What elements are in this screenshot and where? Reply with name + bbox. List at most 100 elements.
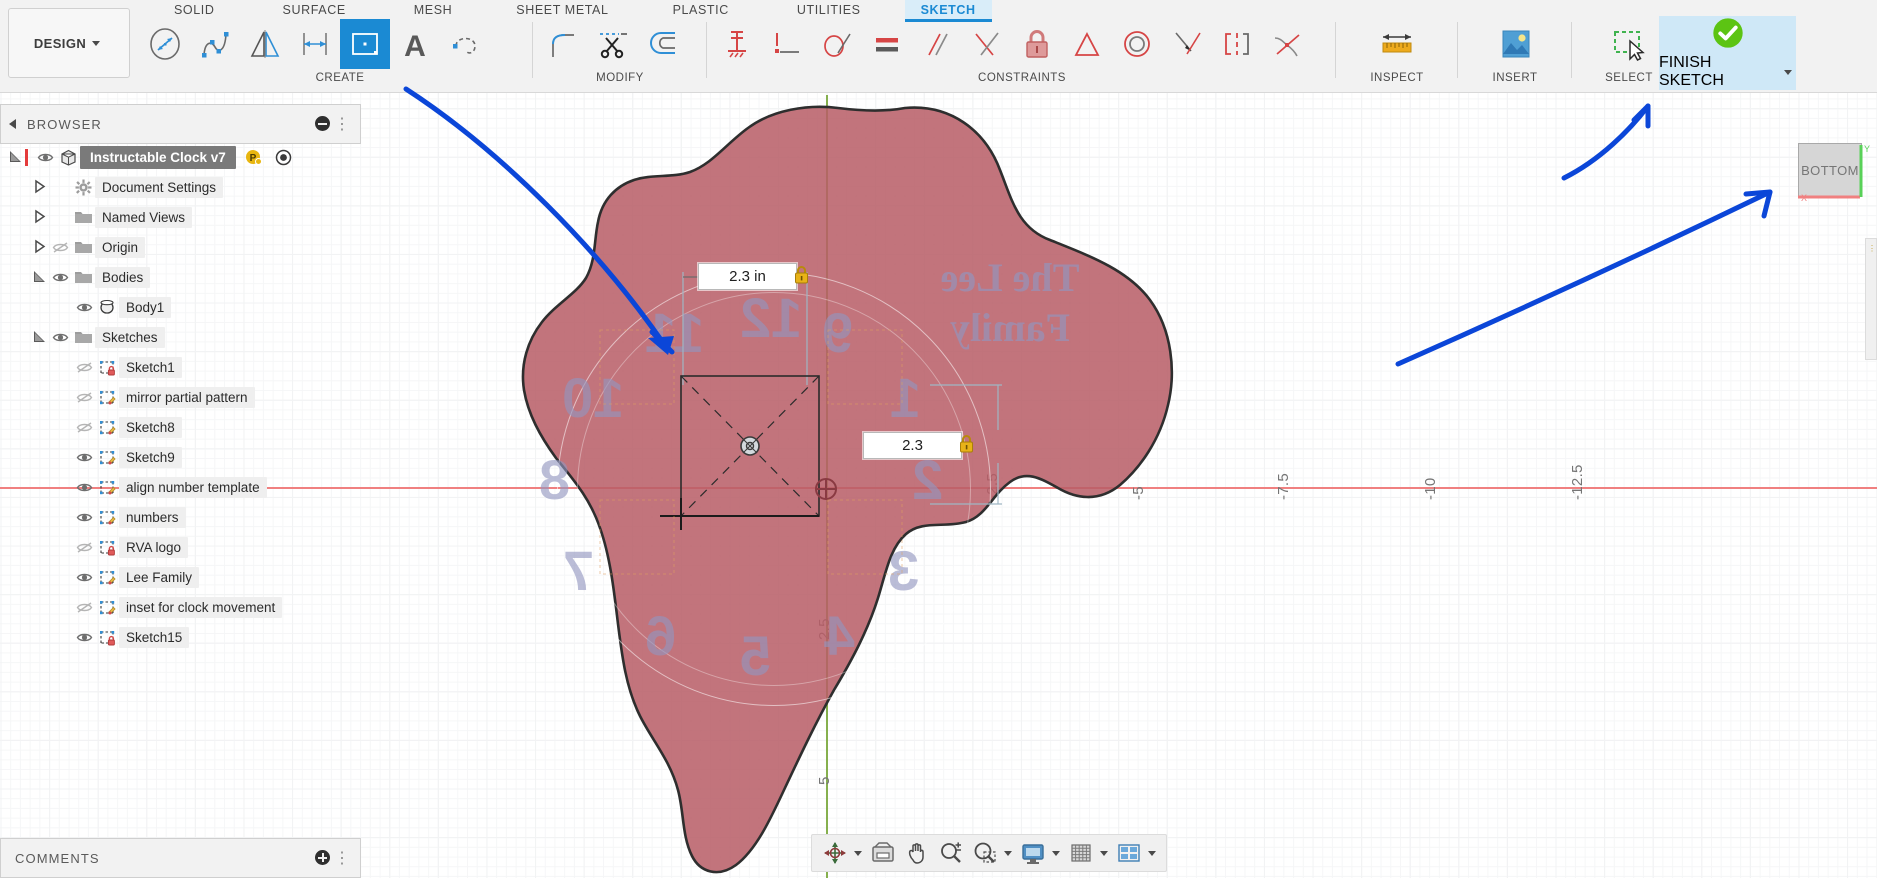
- browser-item-rva-logo[interactable]: RVA logo: [0, 532, 359, 562]
- spline-tool-icon[interactable]: [190, 19, 240, 69]
- browser-item-mirror-partial-pattern[interactable]: mirror partial pattern: [0, 382, 359, 412]
- eye-visible-icon[interactable]: [73, 569, 95, 586]
- look-at-icon[interactable]: [866, 838, 900, 868]
- right-edge-scroll-thumb[interactable]: ⋮⋮⋮: [1865, 238, 1877, 360]
- browser-item-sketch9[interactable]: Sketch9: [0, 442, 359, 472]
- browser-item-inset-for-clock-movement[interactable]: inset for clock movement: [0, 592, 359, 622]
- trim-scissors-icon[interactable]: [588, 19, 638, 69]
- twisty-open-icon[interactable]: [32, 329, 49, 346]
- minus-circle-icon[interactable]: [315, 116, 330, 131]
- eye-visible-icon[interactable]: [49, 329, 71, 346]
- browser-item-instructable-clock-v7[interactable]: Instructable Clock v7 P: [0, 142, 359, 172]
- workspace-switcher-button[interactable]: DESIGN: [8, 8, 130, 78]
- width-dimension-box[interactable]: 2.3 in: [698, 263, 797, 290]
- orbit-icon[interactable]: [818, 838, 852, 868]
- ribbon-group-label-inspect[interactable]: INSPECT: [1341, 72, 1453, 84]
- finish-sketch-label: FINISH SKETCH: [1659, 54, 1724, 89]
- circle-tool-icon[interactable]: [140, 19, 190, 69]
- eye-visible-icon[interactable]: [73, 509, 95, 526]
- browser-item-origin[interactable]: Origin: [0, 232, 359, 262]
- curvature-constraint-icon[interactable]: [1262, 19, 1312, 69]
- browser-item-document-settings[interactable]: Document Settings: [0, 172, 359, 202]
- zoom-window-icon[interactable]: [968, 838, 1002, 868]
- zoom-window-chevron-down-icon[interactable]: [1004, 850, 1012, 856]
- eye-hidden-icon[interactable]: [73, 539, 95, 556]
- browser-item-sketch1[interactable]: Sketch1: [0, 352, 359, 382]
- collapse-left-arrow-icon[interactable]: [9, 119, 16, 129]
- grid-snaps-icon[interactable]: [1064, 838, 1098, 868]
- sketch-dimension-icon[interactable]: [290, 19, 340, 69]
- ribbon-group-label-create[interactable]: CREATE: [140, 72, 540, 84]
- eye-visible-icon[interactable]: [73, 299, 95, 316]
- orbit-chevron-down-icon[interactable]: [854, 850, 862, 856]
- eye-visible-icon[interactable]: [49, 269, 71, 286]
- browser-item-numbers[interactable]: numbers: [0, 502, 359, 532]
- ribbon-group-label-insert[interactable]: INSERT: [1463, 72, 1567, 84]
- grid-snaps-chevron-down-icon[interactable]: [1100, 850, 1108, 856]
- eye-hidden-icon[interactable]: [73, 419, 95, 436]
- chevron-down-icon[interactable]: [92, 40, 101, 46]
- measure-ruler-icon[interactable]: [1372, 19, 1422, 69]
- concentric-constraint-icon[interactable]: [1112, 19, 1162, 69]
- ribbon-group-label-modify[interactable]: MODIFY: [538, 72, 702, 84]
- panel-grip-icon[interactable]: ⋮: [334, 114, 350, 134]
- mirror-tool-icon[interactable]: [240, 19, 290, 69]
- tangent-constraint-icon[interactable]: [812, 19, 862, 69]
- eye-hidden-icon[interactable]: [49, 239, 71, 256]
- fix-unfix-lock-icon[interactable]: [1012, 19, 1062, 69]
- equal-constraint-icon[interactable]: [862, 19, 912, 69]
- eye-visible-icon[interactable]: [73, 449, 95, 466]
- browser-item-sketches[interactable]: Sketches: [0, 322, 359, 352]
- twisty-closed-icon[interactable]: [32, 239, 49, 256]
- browser-tree[interactable]: Instructable Clock v7 P Document Settings N…: [0, 142, 359, 652]
- rectangle-tool-icon[interactable]: [340, 19, 390, 69]
- finish-sketch-button[interactable]: FINISH SKETCH: [1659, 16, 1796, 90]
- browser-item-lee-family[interactable]: Lee Family: [0, 562, 359, 592]
- sketch-icon: [95, 389, 119, 406]
- eye-visible-icon[interactable]: [34, 149, 56, 166]
- chevron-down-icon[interactable]: [1784, 69, 1792, 75]
- browser-item-sketch8[interactable]: Sketch8: [0, 412, 359, 442]
- view-cube-face[interactable]: BOTTOM: [1798, 143, 1862, 197]
- insert-image-icon[interactable]: [1490, 19, 1540, 69]
- eye-visible-icon[interactable]: [73, 629, 95, 646]
- browser-item-sketch15[interactable]: Sketch15: [0, 622, 359, 652]
- symmetry-constraint-icon[interactable]: [1212, 19, 1262, 69]
- panel-grip-icon[interactable]: ⋮: [334, 848, 350, 868]
- eye-hidden-icon[interactable]: [73, 599, 95, 616]
- twisty-open-icon[interactable]: [8, 149, 25, 166]
- parametric-p-badge[interactable]: P: [242, 149, 266, 166]
- browser-item-align-number-template[interactable]: align number template: [0, 472, 359, 502]
- perpendicular-constraint-icon[interactable]: [962, 19, 1012, 69]
- viewports-chevron-down-icon[interactable]: [1148, 850, 1156, 856]
- eye-visible-icon[interactable]: [73, 479, 95, 496]
- display-settings-icon[interactable]: [1016, 838, 1050, 868]
- collinear-constraint-icon[interactable]: [1162, 19, 1212, 69]
- midpoint-constraint-icon[interactable]: [1062, 19, 1112, 69]
- ribbon-group-label-constraints[interactable]: CONSTRAINTS: [712, 72, 1332, 84]
- pan-hand-icon[interactable]: [900, 838, 934, 868]
- eye-hidden-icon[interactable]: [73, 389, 95, 406]
- offset-tool-icon[interactable]: [638, 19, 688, 69]
- activate-radio-icon[interactable]: [272, 149, 296, 166]
- coincident-constraint-icon[interactable]: [762, 19, 812, 69]
- project-tool-icon[interactable]: [440, 19, 490, 69]
- eye-hidden-icon[interactable]: [73, 359, 95, 376]
- viewports-icon[interactable]: [1112, 838, 1146, 868]
- browser-item-bodies[interactable]: Bodies: [0, 262, 359, 292]
- horizontal-vertical-constraint-icon[interactable]: [712, 19, 762, 69]
- browser-item-named-views[interactable]: Named Views: [0, 202, 359, 232]
- zoom-icon[interactable]: [934, 838, 968, 868]
- twisty-open-icon[interactable]: [32, 269, 49, 286]
- twisty-closed-icon[interactable]: [32, 179, 49, 196]
- fillet-tool-icon[interactable]: [538, 19, 588, 69]
- select-window-cursor-icon[interactable]: [1604, 19, 1654, 69]
- twisty-closed-icon[interactable]: [32, 209, 49, 226]
- display-settings-chevron-down-icon[interactable]: [1052, 850, 1060, 856]
- height-dimension-box[interactable]: 2.3: [863, 432, 962, 459]
- view-cube[interactable]: BOTTOM Y X: [1798, 143, 1872, 201]
- parallel-constraint-icon[interactable]: [912, 19, 962, 69]
- text-tool-icon[interactable]: A: [390, 19, 440, 69]
- plus-circle-icon[interactable]: [315, 850, 330, 865]
- browser-item-body1[interactable]: Body1: [0, 292, 359, 322]
